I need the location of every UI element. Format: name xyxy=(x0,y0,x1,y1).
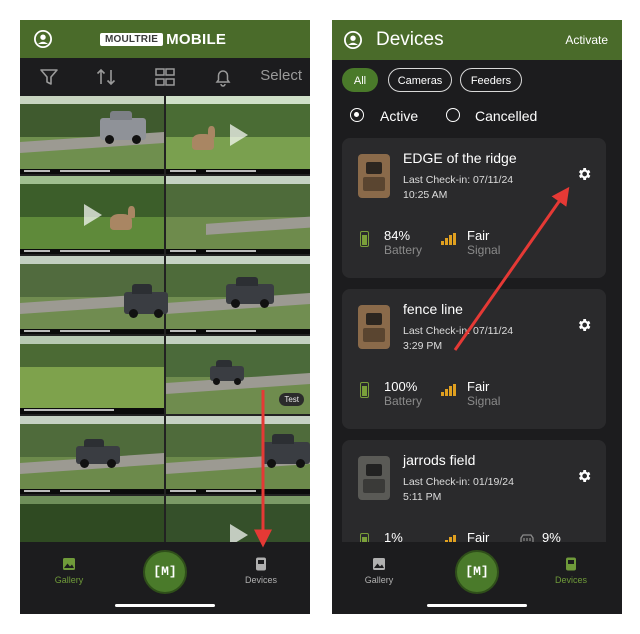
nav-devices-label: Devices xyxy=(244,575,277,585)
signal-stat: Fair Signal xyxy=(467,228,500,258)
nav-devices[interactable]: Devices xyxy=(221,557,301,585)
play-icon xyxy=(230,524,248,542)
battery-label: Battery xyxy=(384,394,423,408)
camera-icon xyxy=(358,456,390,500)
photo-thumbnail[interactable] xyxy=(166,496,310,542)
signal-stat: Fair Signal xyxy=(467,379,500,409)
gear-icon[interactable] xyxy=(576,166,592,182)
devices-screen: Devices Activate All Cameras Feeders Act… xyxy=(332,20,622,614)
grid-view-icon[interactable] xyxy=(154,66,176,88)
photo-thumbnail[interactable] xyxy=(20,336,164,414)
bell-icon[interactable] xyxy=(212,66,234,88)
photo-thumbnail[interactable] xyxy=(20,176,164,254)
select-button[interactable]: Select xyxy=(260,67,302,84)
profile-icon[interactable] xyxy=(34,30,52,48)
battery-value: 100% xyxy=(384,379,418,394)
radio-cancelled[interactable] xyxy=(446,108,460,122)
page-title: Devices xyxy=(376,29,444,50)
moultrie-home-button[interactable]: [M] xyxy=(143,550,187,594)
home-indicator xyxy=(115,604,215,607)
device-card[interactable]: fence line Last Check-in: 07/11/24 3:29 … xyxy=(342,289,606,429)
devices-icon xyxy=(566,557,576,571)
photo-grid: Test xyxy=(20,96,310,542)
radio-active-label: Active xyxy=(380,108,419,124)
nav-gallery-label: Gallery xyxy=(54,575,84,585)
nav-gallery[interactable]: Gallery xyxy=(29,557,109,585)
filter-feeders[interactable]: Feeders xyxy=(460,68,522,92)
bottom-nav: Gallery [M] Devices xyxy=(332,542,622,614)
activate-button[interactable]: Activate xyxy=(565,33,608,47)
device-checkin: Last Check-in: 07/11/24 3:29 PM xyxy=(403,325,514,352)
signal-label: Signal xyxy=(467,394,501,408)
gear-icon[interactable] xyxy=(576,317,592,333)
gallery-header: MOULTRIE MOBILE xyxy=(20,20,310,58)
photo-thumbnail[interactable] xyxy=(20,96,164,174)
nav-gallery-label: Gallery xyxy=(364,575,394,585)
photo-thumbnail[interactable] xyxy=(166,96,310,174)
radio-cancelled-label: Cancelled xyxy=(475,108,538,124)
photo-thumbnail[interactable]: Test xyxy=(166,336,310,414)
profile-icon[interactable] xyxy=(344,31,362,49)
test-badge: Test xyxy=(279,393,304,406)
photo-thumbnail[interactable] xyxy=(166,416,310,494)
devices-header: Devices Activate xyxy=(332,20,622,60)
signal-icon xyxy=(441,384,457,396)
gallery-screen: MOULTRIE MOBILE Select Test Gallery [M] … xyxy=(20,20,310,614)
filter-icon[interactable] xyxy=(38,66,60,88)
device-name: fence line xyxy=(403,301,463,317)
logo-box-text: MOULTRIE xyxy=(100,32,164,46)
bottom-nav: Gallery [M] Devices xyxy=(20,542,310,614)
battery-icon xyxy=(360,382,369,398)
signal-label: Signal xyxy=(467,243,501,257)
sort-icon[interactable] xyxy=(95,66,117,88)
home-button-label: [M] xyxy=(153,564,177,579)
gallery-icon xyxy=(63,558,75,570)
radio-active[interactable] xyxy=(350,108,364,122)
signal-icon xyxy=(441,233,457,245)
device-name: jarrods field xyxy=(403,452,476,468)
device-checkin: Last Check-in: 07/11/24 10:25 AM xyxy=(403,174,514,201)
filter-cameras[interactable]: Cameras xyxy=(388,68,452,92)
moultrie-mobile-logo: MOULTRIE MOBILE xyxy=(100,30,226,48)
photo-thumbnail[interactable] xyxy=(20,496,164,542)
device-card[interactable]: EDGE of the ridge Last Check-in: 07/11/2… xyxy=(342,138,606,278)
battery-value: 84% xyxy=(384,228,411,243)
logo-text: MOBILE xyxy=(166,30,227,48)
nav-devices[interactable]: Devices xyxy=(531,557,611,585)
play-icon xyxy=(84,204,102,226)
device-checkin: Last Check-in: 01/19/24 5:11 PM xyxy=(403,476,514,503)
gallery-toolbar: Select xyxy=(20,58,310,96)
photo-thumbnail[interactable] xyxy=(166,176,310,254)
home-button-label: [M] xyxy=(465,564,489,579)
devices-icon xyxy=(256,557,266,571)
play-icon xyxy=(230,124,248,146)
signal-value: Fair xyxy=(467,228,490,243)
gallery-icon xyxy=(373,558,385,570)
device-name: EDGE of the ridge xyxy=(403,150,517,166)
battery-label: Battery xyxy=(384,243,423,257)
gear-icon[interactable] xyxy=(576,468,592,484)
photo-thumbnail[interactable] xyxy=(20,416,164,494)
nav-devices-label: Devices xyxy=(554,575,587,585)
photo-thumbnail[interactable] xyxy=(166,256,310,334)
camera-icon xyxy=(358,154,390,198)
filter-all[interactable]: All xyxy=(342,68,378,92)
home-indicator xyxy=(427,604,527,607)
battery-icon xyxy=(360,231,369,247)
signal-value: Fair xyxy=(467,379,490,394)
battery-stat: 84% Battery xyxy=(384,228,422,258)
moultrie-home-button[interactable]: [M] xyxy=(455,550,499,594)
nav-gallery[interactable]: Gallery xyxy=(339,557,419,585)
camera-icon xyxy=(358,305,390,349)
battery-stat: 100% Battery xyxy=(384,379,422,409)
